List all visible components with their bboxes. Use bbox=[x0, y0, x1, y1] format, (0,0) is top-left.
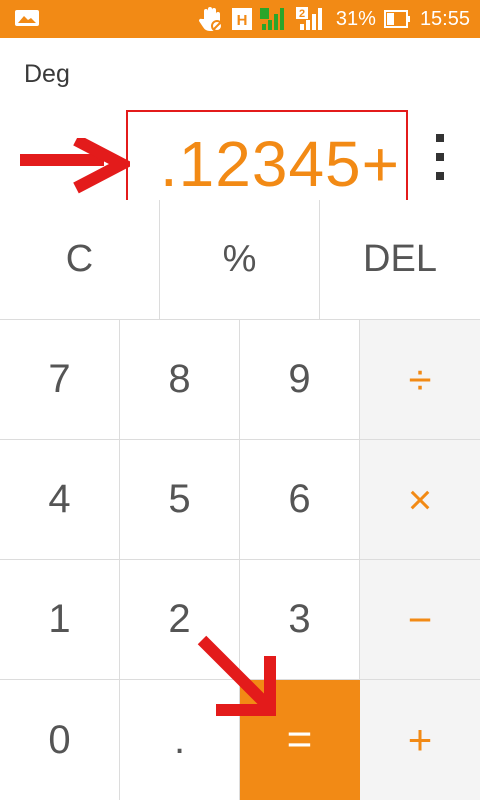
expression-text: .12345+ bbox=[159, 128, 400, 200]
multiply-button[interactable]: × bbox=[360, 440, 480, 560]
delete-button[interactable]: DEL bbox=[320, 200, 480, 320]
h-icon: H bbox=[231, 8, 252, 30]
battery-percent: 31% bbox=[335, 7, 376, 30]
signal-sim-label: 2 bbox=[299, 8, 305, 20]
digit-3-button[interactable]: 3 bbox=[240, 560, 360, 680]
overflow-menu-icon[interactable] bbox=[434, 134, 446, 180]
decimal-point-button[interactable]: . bbox=[120, 680, 240, 800]
digit-8-button[interactable]: 8 bbox=[120, 320, 240, 440]
svg-text:H: H bbox=[236, 12, 247, 29]
calculator-display: Deg .12345+ bbox=[0, 38, 480, 218]
digit-7-button[interactable]: 7 bbox=[0, 320, 120, 440]
digit-5-button[interactable]: 5 bbox=[120, 440, 240, 560]
digit-4-button[interactable]: 4 bbox=[0, 440, 120, 560]
digit-9-button[interactable]: 9 bbox=[240, 320, 360, 440]
hand-icon bbox=[198, 5, 224, 33]
keypad: C % DEL 7 8 9 ÷ 4 5 6 × 1 2 3 − 0 . = + bbox=[0, 200, 480, 800]
data-signal-icon bbox=[259, 6, 288, 32]
percent-button[interactable]: % bbox=[160, 200, 320, 320]
minus-button[interactable]: − bbox=[360, 560, 480, 680]
status-bar: H 2 31% 15:55 bbox=[0, 0, 480, 38]
equals-button[interactable]: = bbox=[240, 680, 360, 800]
battery-icon bbox=[383, 9, 412, 29]
picture-icon bbox=[14, 8, 40, 28]
digit-6-button[interactable]: 6 bbox=[240, 440, 360, 560]
angle-mode-toggle[interactable]: Deg bbox=[24, 60, 70, 89]
red-arrow-right-icon bbox=[20, 138, 130, 194]
divide-button[interactable]: ÷ bbox=[360, 320, 480, 440]
digit-1-button[interactable]: 1 bbox=[0, 560, 120, 680]
clear-button[interactable]: C bbox=[0, 200, 160, 320]
clock: 15:55 bbox=[419, 7, 470, 30]
digit-2-button[interactable]: 2 bbox=[120, 560, 240, 680]
digit-0-button[interactable]: 0 bbox=[0, 680, 120, 800]
signal-bars-icon: 2 bbox=[295, 6, 328, 32]
plus-button[interactable]: + bbox=[360, 680, 480, 800]
